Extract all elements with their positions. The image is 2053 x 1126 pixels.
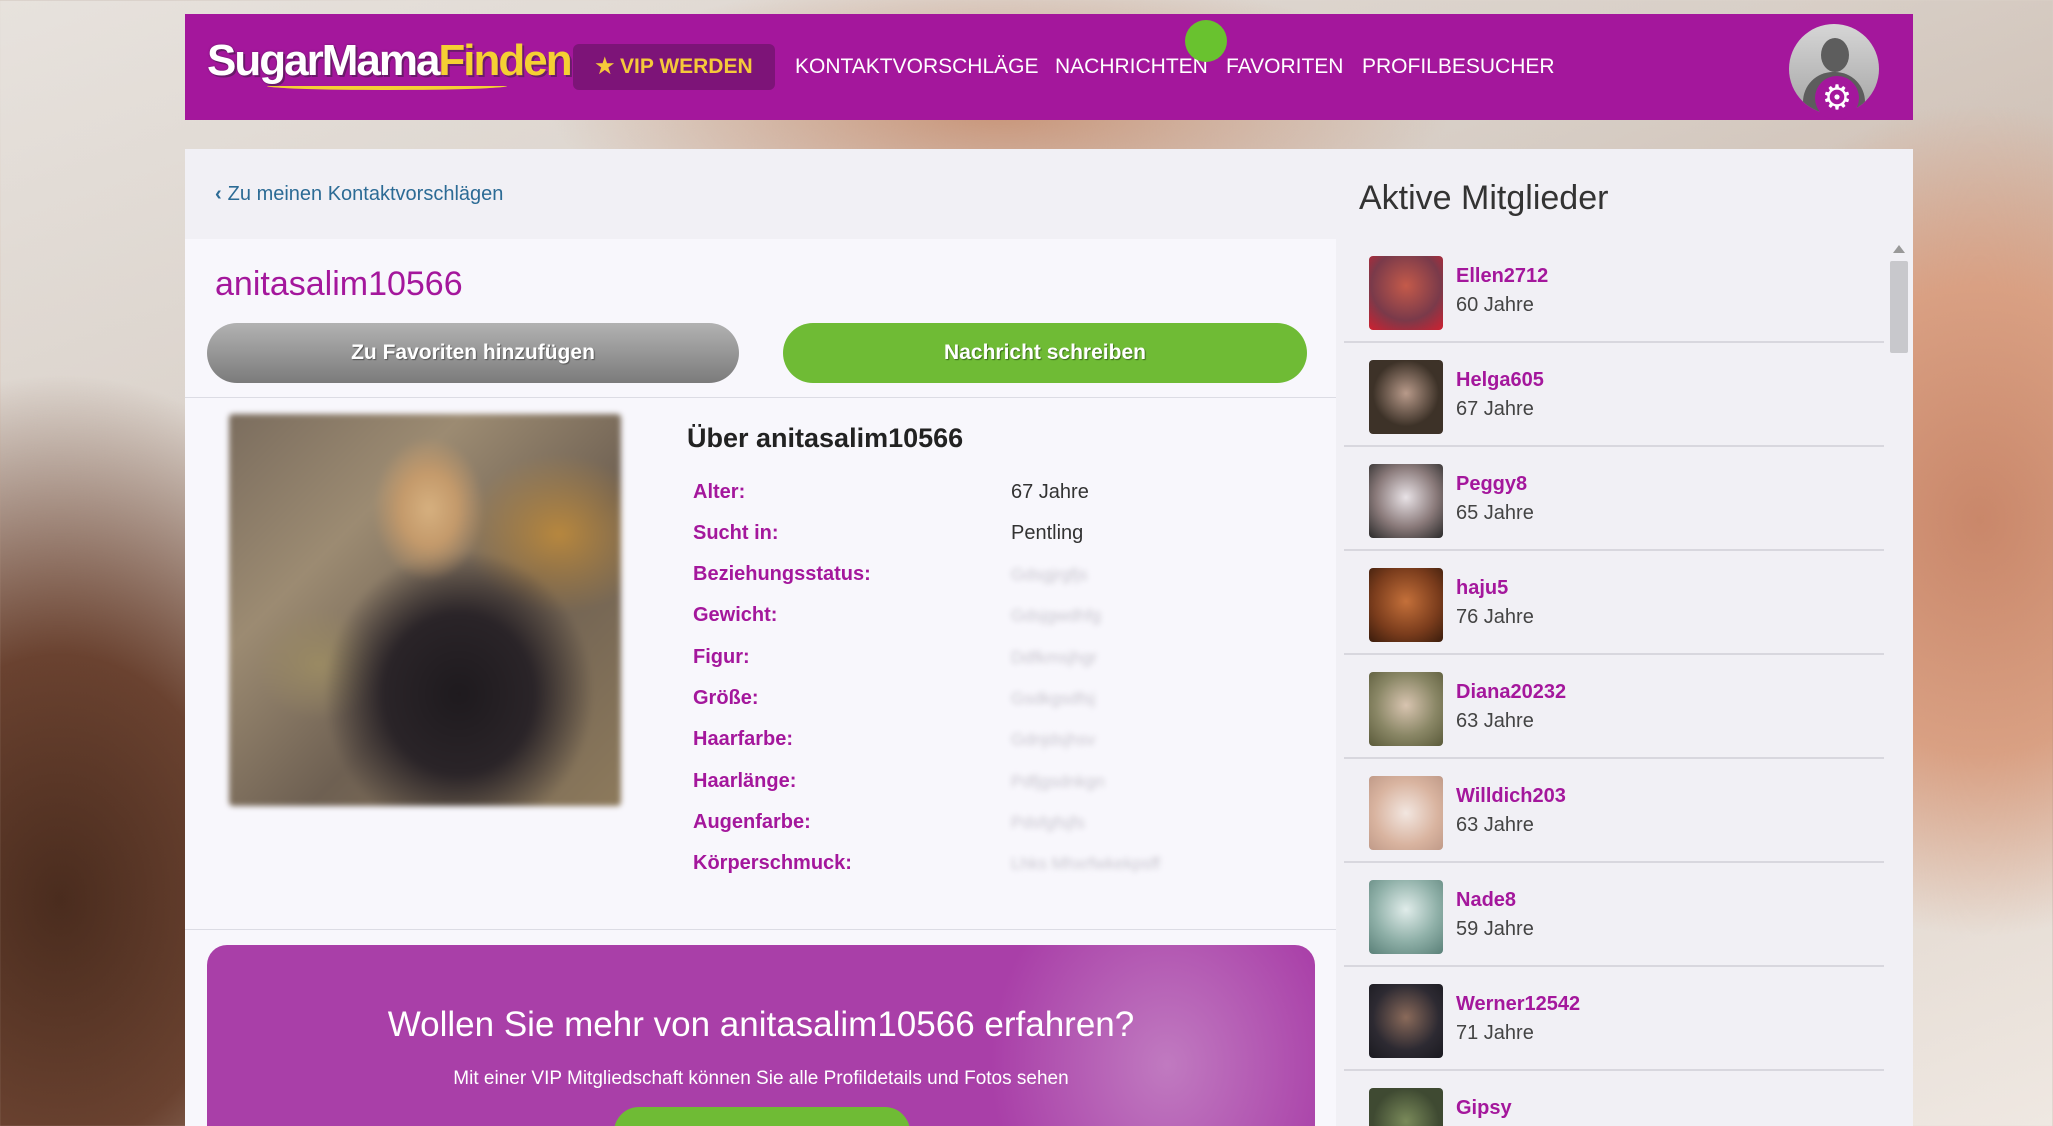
vip-label: VIP WERDEN	[620, 55, 753, 78]
star-icon: ★	[595, 55, 615, 78]
member-item[interactable]: Peggy8 65 Jahre	[1344, 447, 1884, 551]
add-to-favorites-button[interactable]: Zu Favoriten hinzufügen	[207, 323, 739, 383]
field-label-gewicht: Gewicht:	[693, 604, 778, 626]
member-age: 65 Jahre	[1456, 502, 1534, 524]
field-value-haarfarbe: Gdnjdsjhsv	[1011, 730, 1096, 749]
member-avatar	[1369, 464, 1443, 538]
field-label-koerperschmuck: Körperschmuck:	[693, 852, 852, 874]
member-age: 63 Jahre	[1456, 710, 1534, 732]
member-name: Peggy8	[1456, 473, 1528, 495]
member-avatar	[1369, 568, 1443, 642]
field-label-figur: Figur:	[693, 646, 750, 668]
member-avatar	[1369, 672, 1443, 746]
member-name: Diana20232	[1456, 681, 1567, 703]
member-age: 59 Jahre	[1456, 918, 1534, 940]
member-avatar	[1369, 360, 1443, 434]
field-label-alter: Alter:	[693, 481, 746, 503]
member-name: Gipsy	[1456, 1097, 1512, 1119]
promo-vip-button[interactable]	[614, 1107, 910, 1126]
member-item[interactable]: Nade8 59 Jahre	[1344, 863, 1884, 967]
divider	[185, 929, 1336, 930]
members-scrollbar[interactable]	[1888, 239, 1910, 1126]
field-label-groesse: Größe:	[693, 687, 759, 709]
member-age: 76 Jahre	[1456, 606, 1534, 628]
field-value-koerperschmuck: Lhks Mhxrfwkekpsff	[1011, 854, 1160, 873]
field-label-augenfarbe: Augenfarbe:	[693, 811, 811, 833]
member-avatar	[1369, 256, 1443, 330]
logo-text-finden: Finden	[438, 36, 572, 85]
scrollbar-thumb[interactable]	[1890, 261, 1908, 353]
chevron-left-icon: ‹	[215, 183, 222, 205]
nav-profilbesucher[interactable]: PROFILBESUCHER	[1362, 14, 1555, 120]
profile-card: anitasalim10566 Zu Favoriten hinzufügen …	[185, 239, 1336, 1126]
profile-column: ‹ Zu meinen Kontaktvorschlägen anitasalim…	[185, 149, 1336, 1126]
write-message-button[interactable]: Nachricht schreiben	[783, 323, 1307, 383]
field-value-gewicht: Gdsjgwdhfg	[1011, 606, 1101, 625]
member-name: haju5	[1456, 577, 1509, 599]
settings-gear-icon[interactable]: ⚙	[1815, 76, 1859, 120]
member-name: Willdich203	[1456, 785, 1566, 807]
scroll-up-arrow-icon[interactable]	[1893, 245, 1905, 253]
divider	[185, 397, 1336, 398]
profile-photo[interactable]	[229, 414, 621, 806]
member-age: 63 Jahre	[1456, 814, 1534, 836]
top-navigation-bar: SugarMamaFinden ★ VIP WERDEN KONTAKTVORS…	[185, 14, 1913, 120]
member-item[interactable]: Willdich203 63 Jahre	[1344, 759, 1884, 863]
member-age: 71 Jahre	[1456, 1022, 1534, 1044]
field-value-alter: 67 Jahre	[1011, 481, 1089, 503]
member-item[interactable]: Werner12542 71 Jahre	[1344, 967, 1884, 1071]
nav-kontaktvorschlaege[interactable]: KONTAKTVORSCHLÄGE	[795, 14, 1039, 120]
member-age: 67 Jahre	[1456, 398, 1534, 420]
member-name: Werner12542	[1456, 993, 1581, 1015]
member-item[interactable]: haju5 76 Jahre	[1344, 551, 1884, 655]
member-item[interactable]: Gipsy	[1344, 1071, 1884, 1126]
field-label-haarlaenge: Haarlänge:	[693, 770, 797, 792]
member-avatar	[1369, 1088, 1443, 1126]
about-heading: Über anitasalim10566	[687, 423, 964, 453]
field-label-sucht-in: Sucht in:	[693, 522, 779, 544]
active-members-title: Aktive Mitglieder	[1359, 179, 1609, 217]
promo-heading: Wollen Sie mehr von anitasalim10566 erfa…	[387, 1005, 1135, 1044]
field-value-beziehungsstatus: Gdsgjrgfjs	[1011, 565, 1088, 584]
member-avatar	[1369, 880, 1443, 954]
field-value-haarlaenge: Pdfjgsdnkgn	[1011, 772, 1105, 791]
vip-promo-banner: Wollen Sie mehr von anitasalim10566 erfa…	[207, 945, 1315, 1126]
vip-button[interactable]: ★ VIP WERDEN	[573, 44, 775, 90]
member-item[interactable]: Diana20232 63 Jahre	[1344, 655, 1884, 759]
field-value-sucht-in: Pentling	[1011, 522, 1084, 544]
back-to-suggestions-link[interactable]: ‹ Zu meinen Kontaktvorschlägen	[215, 183, 503, 206]
field-value-augenfarbe: Pdsfgfsjfs	[1011, 813, 1085, 832]
promo-text: Mit einer VIP Mitgliedschaft können Sie …	[453, 1068, 1069, 1089]
main-panel: ‹ Zu meinen Kontaktvorschlägen anitasalim…	[185, 149, 1913, 1126]
member-item[interactable]: Ellen2712 60 Jahre	[1344, 239, 1884, 343]
member-name: Ellen2712	[1456, 265, 1549, 287]
online-status-dot	[1185, 20, 1227, 62]
site-logo[interactable]: SugarMamaFinden	[207, 36, 573, 90]
active-members-list: Ellen2712 60 Jahre Helga605 67 Jahre Peg…	[1344, 239, 1884, 1126]
member-name: Helga605	[1456, 369, 1544, 391]
logo-text-sugarmama: SugarMama	[207, 36, 440, 85]
back-link-label: Zu meinen Kontaktvorschlägen	[227, 183, 504, 205]
member-avatar	[1369, 776, 1443, 850]
nav-favoriten[interactable]: FAVORITEN	[1226, 14, 1343, 120]
logo-swoosh	[267, 82, 507, 90]
nav-nachrichten[interactable]: NACHRICHTEN	[1055, 14, 1208, 120]
field-label-haarfarbe: Haarfarbe:	[693, 728, 794, 750]
avatar-head-shape	[1821, 38, 1849, 72]
field-value-figur: Ddfkmsjhgr	[1011, 648, 1097, 667]
field-label-beziehungsstatus: Beziehungsstatus:	[693, 563, 871, 585]
member-name: Nade8	[1456, 889, 1517, 911]
member-age: 60 Jahre	[1456, 294, 1534, 316]
member-avatar	[1369, 984, 1443, 1058]
profile-username: anitasalim10566	[215, 265, 463, 303]
member-item[interactable]: Helga605 67 Jahre	[1344, 343, 1884, 447]
field-value-groesse: Gsdkgsdfsj	[1011, 689, 1096, 708]
